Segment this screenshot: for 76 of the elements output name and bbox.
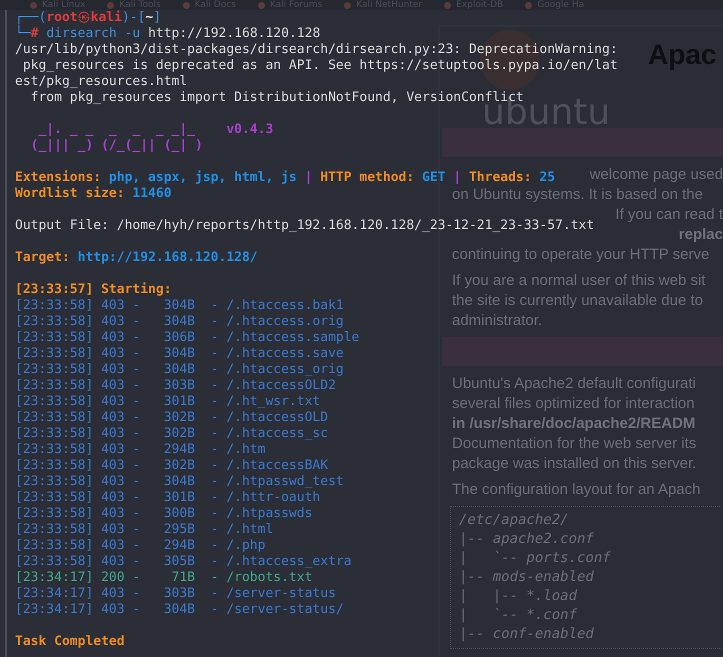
result-line: [23:33:58] 403 - 304B - /.htpasswd_test — [15, 474, 344, 490]
result-line: [23:33:58] 403 - 295B - /.html — [15, 522, 274, 538]
warning-text: /usr/lib/python3/dist-packages/dirsearch/dirsearch.py:23: DeprecationWarning: — [15, 42, 618, 58]
paragraph-line: If you can read t — [615, 205, 723, 225]
paragraph-line: package was installed on this server. — [452, 454, 696, 474]
prompt-host: kali — [90, 10, 122, 26]
paragraph-line: continuing to operate your HTTP serve — [452, 245, 710, 265]
banner-art: _|. _ _ _ _ _ _|_ — [37, 122, 196, 138]
output-file-text: Output File: /home/hyh/reports/http_192.168.120.128/_23-12-21_23-33-57.txt — [15, 218, 594, 234]
result-line: [23:33:58] 403 - 302B - /.htaccessBAK — [15, 458, 328, 474]
prompt-user: root — [46, 10, 78, 26]
command-argument: http://192.168.120.128 — [148, 26, 320, 42]
prompt-bracket: ( — [38, 10, 46, 26]
prompt-sign: # — [30, 26, 38, 42]
separator-text: | — [453, 170, 462, 186]
prompt-corner: ┌── — [15, 10, 38, 25]
target-label: Target: — [15, 250, 70, 266]
result-line: [23:33:58] 403 - 304B - /.htaccess.save — [15, 346, 344, 362]
result-line: [23:34:17] 403 - 304B - /server-status/ — [15, 602, 344, 618]
result-line: [23:33:58] 403 - 303B - /.htaccessOLD2 — [15, 378, 336, 394]
paragraph-line: in /usr/share/doc/apache2/READM — [452, 414, 696, 434]
completed-text: Task Completed — [15, 634, 125, 650]
config-label: Wordlist size: — [15, 186, 125, 202]
separator-text: | — [304, 170, 312, 186]
paragraph-line: several files optimized for interaction — [452, 394, 695, 414]
result-line: [23:33:58] 403 - 302B - /.htaccessOLD — [15, 410, 328, 426]
result-line: [23:33:58] 403 - 294B - /.htm — [15, 442, 266, 458]
prompt-directory: ~ — [145, 10, 154, 26]
command-name: dirsearch — [46, 26, 117, 42]
result-line: [23:33:58] 403 - 301B - /.ht_wsr.txt — [15, 394, 320, 410]
paragraph-line: Documentation for the web server its — [452, 434, 696, 454]
banner-art: (_||| _) (/_(_|| (_| ) — [30, 138, 203, 154]
config-label: HTTP method: — [320, 170, 414, 186]
bookmark-icon — [107, 2, 114, 8]
bookmark-icon — [30, 2, 37, 8]
paragraph-line: The configuration layout for an Apach — [452, 480, 700, 500]
result-line: [23:33:58] 403 - 304B - /.htaccess_orig — [15, 362, 344, 378]
paragraph-line: welcome page used — [590, 165, 723, 185]
warning-text: pkg_resources is deprecated as an API. See https://setuptools.pypa.io/en/lat — [22, 58, 618, 74]
prompt-at-sign: ㉿ — [78, 10, 91, 26]
result-line: [23:33:58] 403 - 294B - /.php — [15, 538, 266, 554]
paragraph-line: on Ubuntu systems. It is based on the — [452, 185, 703, 205]
command-option: -u — [124, 26, 140, 42]
prompt-bracket: )-[ — [122, 10, 146, 26]
bookmark-icon — [444, 2, 452, 8]
config-label: Extensions: — [15, 170, 102, 186]
paragraph-line: If you are a normal user of this web sit — [452, 271, 706, 291]
warning-text: est/pkg_resources.html — [15, 74, 188, 90]
result-line: [23:33:58] 403 - 306B - /.htaccess.sample — [15, 330, 360, 346]
starting-text: [23:33:57] Starting: — [15, 282, 172, 298]
result-line: [23:33:58] 403 - 305B - /.htaccess_extra — [15, 554, 352, 570]
result-line: [23:33:58] 403 - 304B - /.htaccess.orig — [15, 314, 344, 330]
code-block: /etc/apache2/ |-- apache2.conf | `-- ports.conf |-- mods-enabled | |-- *.load | `-- *.conf |-- conf-enabled — [450, 506, 723, 649]
bookmark-icon — [182, 2, 190, 8]
paragraph-line: replac — [678, 225, 723, 245]
bookmark-icon — [258, 2, 265, 8]
config-value: GET — [422, 170, 446, 186]
result-line: [23:34:17] 200 - 71B - /robots.txt — [15, 570, 312, 586]
paragraph-line: administrator. — [452, 311, 542, 331]
result-line: [23:33:58] 403 - 301B - /.httr-oauth — [15, 490, 320, 506]
version-text: v0.4.3 — [226, 122, 274, 138]
result-line: [23:33:58] 403 - 300B - /.htpasswds — [15, 506, 312, 522]
target-url: http://192.168.120.128/ — [78, 250, 258, 266]
result-line: [23:33:58] 403 - 302B - /.htaccess_sc — [15, 426, 328, 442]
paragraph-line: Ubuntu's Apache2 default configurati — [452, 374, 696, 394]
bookmark-icon — [525, 2, 532, 8]
prompt-corner: └─ — [15, 26, 31, 42]
result-line: [23:33:58] 403 - 304B - /.htaccess.bak1 — [15, 298, 344, 314]
prompt-bracket: ] — [153, 10, 162, 26]
config-value: php, aspx, jsp, html, js — [108, 170, 297, 186]
result-line: [23:34:17] 403 - 303B - /server-status — [15, 586, 336, 602]
config-value: 25 — [539, 170, 556, 186]
paragraph-line: the site is currently unavailable due to — [452, 291, 703, 311]
config-label: Threads: — [468, 170, 532, 186]
config-value: 11460 — [132, 186, 172, 202]
bookmark-icon — [344, 2, 352, 8]
